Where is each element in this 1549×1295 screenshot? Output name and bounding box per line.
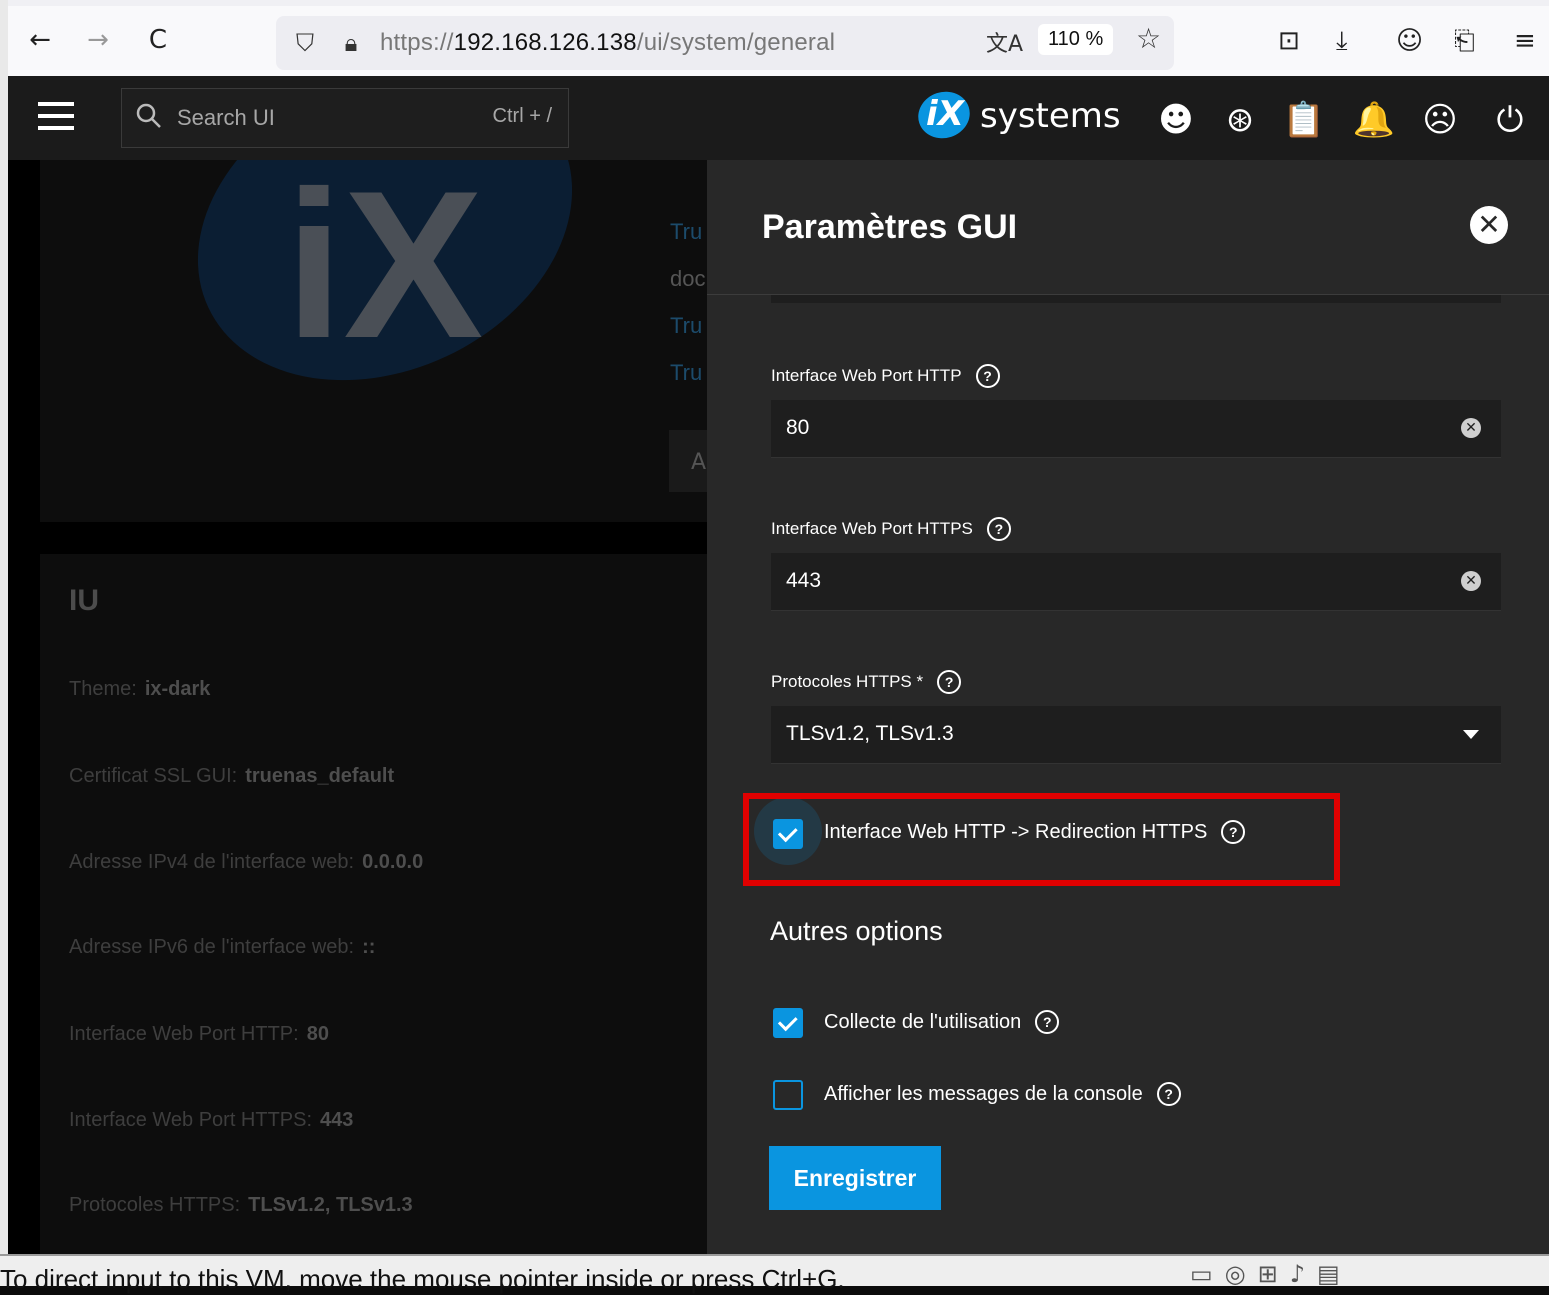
search-icon	[136, 103, 161, 128]
ui-row: Protocoles HTTPS: TLSv1.2, TLSv1.3	[69, 1194, 413, 1216]
background-links: Tru doc Tru Tru	[670, 219, 706, 385]
browser-toolbar: ← → C ⛉ 🔒︎ https://192.168.126.138/ui/sy…	[8, 0, 1549, 76]
url-text: https://192.168.126.138/ui/system/genera…	[380, 29, 836, 56]
shield-icon: ⛉	[296, 29, 314, 57]
search-shortcut: Ctrl + /	[492, 105, 552, 127]
http-port-input[interactable]: 80 ✕	[771, 400, 1501, 458]
forward-button[interactable]: →	[78, 20, 118, 60]
chevron-down-icon	[1463, 730, 1479, 739]
save-button[interactable]: Enregistrer	[769, 1146, 941, 1210]
search-ui-input[interactable]: Search UI Ctrl + /	[121, 88, 569, 148]
help-icon[interactable]: ?	[1156, 1082, 1181, 1106]
feedback-icon[interactable]: ☻	[1156, 100, 1196, 140]
https-protocols-label: Protocoles HTTPS * ?	[771, 670, 962, 694]
help-icon[interactable]: ?	[986, 517, 1011, 541]
jobs-icon[interactable]: 📋	[1283, 100, 1325, 140]
ui-row: Interface Web Port HTTP: 80	[69, 1023, 329, 1045]
console-messages-label: Afficher les messages de la console ?	[824, 1082, 1181, 1106]
ix-logo-letters: iX	[285, 160, 484, 382]
account-icon[interactable]: ☺	[1396, 26, 1423, 56]
background-page: iX Tru doc Tru Tru A IU Theme: ix-dark Ce…	[8, 160, 708, 1254]
ui-row: Adresse IPv6 de l'interface web:::	[69, 936, 376, 958]
system-info-card: iX	[40, 160, 708, 522]
panel-header: Paramètres GUI ✕	[707, 160, 1549, 295]
other-options-title: Autres options	[770, 916, 943, 946]
ui-row: Certificat SSL GUI: truenas_default	[69, 765, 395, 787]
app-topbar: Search UI Ctrl + / iX systems ☻ ⊛ 📋 🔔 ☹ …	[8, 76, 1549, 160]
translate-icon[interactable]: 文A	[986, 26, 1023, 58]
bookmark-star-icon[interactable]: ☆	[1136, 22, 1161, 55]
panel-title: Paramètres GUI	[762, 208, 1018, 246]
power-icon[interactable]: ⏻	[1490, 100, 1530, 140]
clear-icon[interactable]: ✕	[1461, 571, 1481, 591]
ixsystems-logo[interactable]: iX systems	[912, 85, 1128, 145]
ui-row: Theme: ix-dark	[69, 678, 211, 700]
pocket-icon[interactable]: ⊡	[1278, 26, 1300, 56]
gui-settings-panel: Paramètres GUI ✕ Interface Web Port HTTP…	[707, 160, 1549, 1254]
ui-row: Adresse IPv4 de l'interface web: 0.0.0.0	[69, 851, 424, 873]
help-icon[interactable]: ?	[1035, 1010, 1060, 1034]
hamburger-menu-icon[interactable]	[38, 102, 74, 132]
search-placeholder: Search UI	[177, 105, 275, 130]
reload-button[interactable]: C	[138, 20, 178, 60]
address-bar[interactable]: ⛉ 🔒︎ https://192.168.126.138/ui/system/g…	[276, 16, 1174, 70]
console-messages-checkbox[interactable]	[773, 1080, 803, 1110]
close-icon[interactable]: ✕	[1470, 206, 1508, 244]
ui-row: Interface Web Port HTTPS: 443	[69, 1109, 354, 1131]
vm-status-message: To direct input to this VM, move the mou…	[0, 1264, 845, 1294]
download-icon[interactable]: ⤓	[1336, 26, 1348, 57]
help-icon[interactable]: ?	[937, 670, 962, 694]
https-port-label: Interface Web Port HTTPS ?	[771, 517, 1011, 541]
app-menu-icon[interactable]: ≡	[1514, 26, 1536, 56]
ui-settings-card: IU Theme: ix-dark Certificat SSL GUI: true…	[40, 554, 708, 1254]
help-icon[interactable]: ?	[975, 364, 1000, 388]
clear-icon[interactable]: ✕	[1461, 418, 1481, 438]
truecommand-icon[interactable]: ⊛	[1220, 100, 1260, 140]
lock-icon: 🔒︎	[344, 29, 358, 57]
ui-card-title: IU	[69, 584, 99, 617]
https-protocols-select[interactable]: TLSv1.2, TLSv1.3	[771, 706, 1501, 764]
https-port-input[interactable]: 443 ✕	[771, 553, 1501, 611]
previous-field-edge	[771, 295, 1501, 303]
usage-collection-label: Collecte de l'utilisation ?	[824, 1010, 1060, 1034]
http-port-label: Interface Web Port HTTP ?	[771, 364, 1000, 388]
background-button: A	[669, 430, 708, 492]
user-account-icon[interactable]: ☹	[1420, 100, 1460, 140]
annotation-highlight-box	[743, 793, 1340, 886]
zoom-level[interactable]: 110 %	[1038, 24, 1114, 55]
vm-device-icons: ▭◎⊞♪▤	[1190, 1260, 1352, 1288]
notifications-icon[interactable]: 🔔	[1353, 100, 1395, 140]
extensions-icon[interactable]: ⎗	[1454, 26, 1475, 57]
vm-status-bar: To direct input to this VM, move the mou…	[0, 1254, 1549, 1294]
usage-collection-checkbox[interactable]	[773, 1008, 803, 1038]
vm-window-edge	[0, 0, 8, 1254]
back-button[interactable]: ←	[20, 20, 60, 60]
